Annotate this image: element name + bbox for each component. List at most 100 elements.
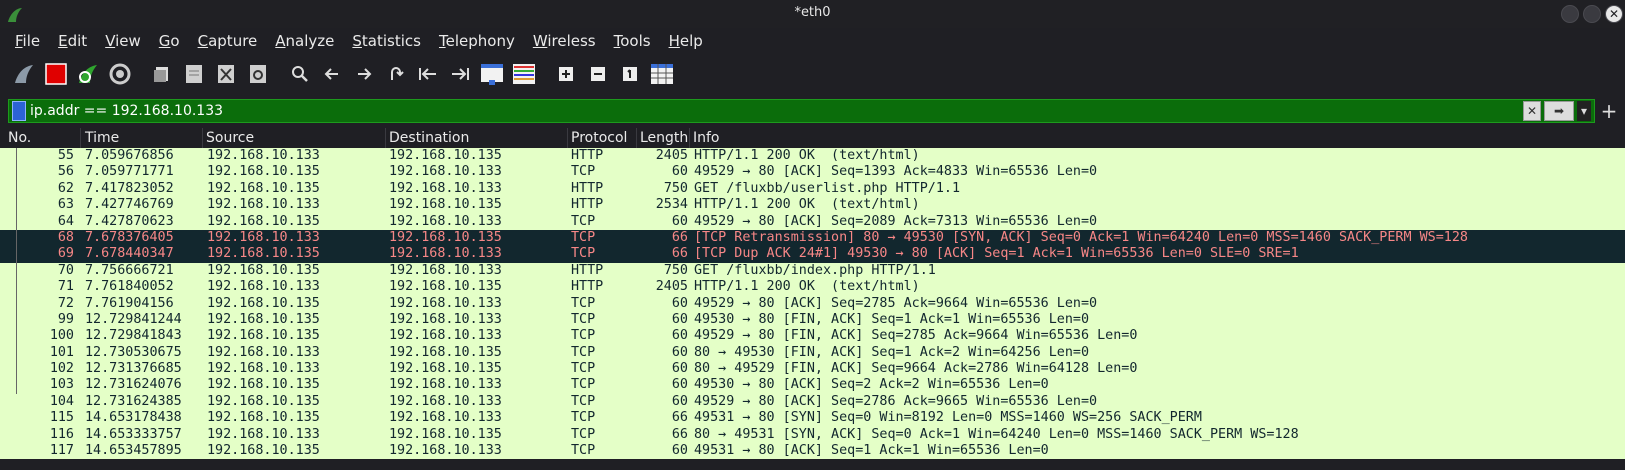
packet-row[interactable]: 100 12.729841843 192.168.10.135 192.168.10.… [0, 328, 1625, 345]
packet-row[interactable]: 117 14.653457895 192.168.10.135 192.168.10.… [0, 443, 1625, 460]
cell-time: 7.427746769 [85, 197, 174, 213]
find-packet-icon[interactable] [286, 60, 314, 88]
cell-no: 71 [57, 279, 74, 295]
packet-row[interactable]: 55 7.059676856 192.168.10.133 192.168.10.13… [0, 148, 1625, 165]
menu-capture[interactable]: Capture [189, 32, 267, 50]
cell-length: 2405 [655, 148, 688, 163]
maximize-button[interactable] [1583, 5, 1601, 23]
resize-columns-icon[interactable] [648, 60, 676, 88]
cell-length: 60 [671, 311, 688, 327]
cell-dst: 192.168.10.135 [389, 361, 502, 377]
packet-row[interactable]: 62 7.417823052 192.168.10.135 192.168.10.13… [0, 180, 1625, 198]
open-file-icon[interactable] [148, 60, 176, 88]
cell-info: 49531 → 80 [SYN] Seq=0 Win=8192 Len=0 MS… [694, 410, 1202, 426]
autoscroll-icon[interactable] [478, 60, 506, 88]
cell-src: 192.168.10.135 [207, 393, 320, 409]
cell-info: GET /fluxbb/userlist.php HTTP/1.1 [694, 180, 961, 196]
cell-time: 12.731376685 [85, 361, 182, 377]
menu-telephony[interactable]: Telephony [430, 32, 524, 50]
column-header-no[interactable]: No. [8, 130, 31, 146]
cell-proto: TCP [571, 295, 596, 311]
cell-proto: TCP [571, 410, 596, 426]
colorize-icon[interactable] [510, 60, 538, 88]
clear-filter-button[interactable]: ✕ [1523, 101, 1541, 121]
packet-row[interactable]: 71 7.761840052 192.168.10.133 192.168.10.13… [0, 279, 1625, 296]
cell-length: 60 [671, 361, 688, 377]
bookmark-icon[interactable] [12, 101, 26, 121]
filter-history-dropdown[interactable]: ▾ [1577, 101, 1591, 121]
packet-row[interactable]: 103 12.731624076 192.168.10.135 192.168.10.… [0, 377, 1625, 394]
menu-wireless[interactable]: Wireless [524, 32, 605, 50]
go-back-icon[interactable] [318, 60, 346, 88]
cell-src: 192.168.10.135 [207, 180, 320, 196]
column-header-destination[interactable]: Destination [389, 130, 469, 146]
cell-dst: 192.168.10.133 [389, 311, 502, 327]
cell-no: 115 [49, 410, 74, 426]
go-to-packet-icon[interactable] [382, 60, 410, 88]
zoom-in-icon[interactable] [552, 60, 580, 88]
save-file-icon[interactable] [180, 60, 208, 88]
menu-tools[interactable]: Tools [605, 32, 660, 50]
cell-dst: 192.168.10.133 [389, 377, 502, 393]
reload-file-icon[interactable] [244, 60, 272, 88]
display-filter-input[interactable] [30, 103, 1523, 119]
column-header-info[interactable]: Info [693, 130, 720, 146]
cell-time: 7.756666721 [85, 262, 174, 278]
cell-src: 192.168.10.135 [207, 377, 320, 393]
minimize-button[interactable] [1561, 5, 1579, 23]
packet-row[interactable]: 101 12.730530675 192.168.10.133 192.168.10.… [0, 344, 1625, 362]
column-header-source[interactable]: Source [206, 130, 254, 146]
add-filter-button[interactable]: + [1599, 99, 1619, 123]
menu-edit[interactable]: Edit [49, 32, 96, 50]
capture-options-icon[interactable] [106, 60, 134, 88]
packet-row[interactable]: 104 12.731624385 192.168.10.135 192.168.10.… [0, 393, 1625, 411]
menu-file[interactable]: File [6, 32, 49, 50]
cell-length: 66 [671, 229, 688, 245]
packet-row[interactable]: 68 7.678376405 192.168.10.133 192.168.10.13… [0, 229, 1625, 247]
packet-row[interactable]: 69 7.678440347 192.168.10.135 192.168.10.13… [0, 246, 1625, 263]
zoom-out-icon[interactable] [584, 60, 612, 88]
cell-info: 49530 → 80 [FIN, ACK] Seq=1 Ack=1 Win=65… [694, 311, 1090, 327]
cell-proto: HTTP [571, 180, 604, 196]
packet-row[interactable]: 56 7.059771771 192.168.10.135 192.168.10.13… [0, 164, 1625, 181]
cell-info: 80 → 49529 [FIN, ACK] Seq=9664 Ack=2786 … [694, 361, 1138, 377]
shark-fin-start-icon[interactable] [10, 60, 38, 88]
menu-statistics[interactable]: Statistics [343, 32, 430, 50]
cell-length: 60 [671, 164, 688, 180]
stop-capture-icon[interactable] [42, 60, 70, 88]
cell-dst: 192.168.10.135 [389, 229, 502, 245]
cell-no: 101 [49, 344, 74, 360]
menu-go[interactable]: Go [150, 32, 189, 50]
apply-filter-button[interactable]: ➡ [1544, 101, 1574, 121]
packet-row[interactable]: 116 14.653333757 192.168.10.133 192.168.10.… [0, 426, 1625, 444]
packet-row[interactable]: 70 7.756666721 192.168.10.135 192.168.10.13… [0, 262, 1625, 280]
packet-row[interactable]: 72 7.761904156 192.168.10.135 192.168.10.13… [0, 295, 1625, 312]
cell-proto: HTTP [571, 148, 604, 163]
packet-row[interactable]: 63 7.427746769 192.168.10.133 192.168.10.13… [0, 197, 1625, 214]
column-header-time[interactable]: Time [85, 130, 119, 146]
packet-row[interactable]: 64 7.427870623 192.168.10.135 192.168.10.13… [0, 213, 1625, 230]
normal-size-icon[interactable] [616, 60, 644, 88]
column-header-length[interactable]: Length [640, 130, 688, 146]
go-forward-icon[interactable] [350, 60, 378, 88]
packet-row[interactable]: 99 12.729841244 192.168.10.135 192.168.10.1… [0, 311, 1625, 329]
cell-time: 12.730530675 [85, 344, 182, 360]
close-file-icon[interactable] [212, 60, 240, 88]
column-header-protocol[interactable]: Protocol [571, 130, 627, 146]
cell-proto: TCP [571, 377, 596, 393]
restart-capture-icon[interactable] [74, 60, 102, 88]
cell-dst: 192.168.10.135 [389, 148, 502, 163]
menu-analyze[interactable]: Analyze [266, 32, 343, 50]
packet-row[interactable]: 102 12.731376685 192.168.10.133 192.168.10.… [0, 361, 1625, 378]
cell-time: 7.678440347 [85, 246, 174, 262]
first-packet-icon[interactable] [414, 60, 442, 88]
cell-info: 49530 → 80 [ACK] Seq=2 Ack=2 Win=65536 L… [694, 377, 1049, 393]
menu-help[interactable]: Help [660, 32, 712, 50]
menu-view[interactable]: View [96, 32, 150, 50]
packet-row[interactable]: 115 14.653178438 192.168.10.135 192.168.10.… [0, 410, 1625, 427]
cell-proto: TCP [571, 361, 596, 377]
cell-dst: 192.168.10.135 [389, 344, 502, 360]
close-window-button[interactable]: ✕ [1605, 5, 1623, 23]
cell-no: 99 [57, 311, 74, 327]
last-packet-icon[interactable] [446, 60, 474, 88]
